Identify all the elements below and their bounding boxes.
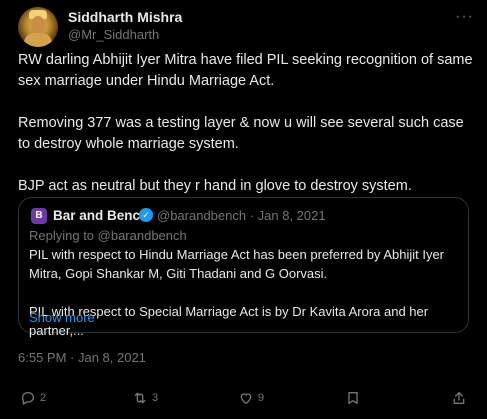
quoted-author-name: Bar and Bench (53, 208, 149, 223)
avatar[interactable] (18, 7, 58, 47)
share-icon (453, 392, 465, 404)
quoted-tweet[interactable]: B Bar and Bench ✓ @barandbench · Jan 8, … (18, 197, 469, 338)
share-button[interactable] (451, 386, 467, 410)
author-name[interactable]: Siddharth Mishra (68, 9, 182, 25)
author-handle[interactable]: @Mr_Siddharth (68, 27, 159, 42)
verified-badge-icon: ✓ (139, 208, 153, 222)
tweet: Siddharth Mishra @Mr_Siddharth ··· RW da… (0, 0, 487, 419)
avatar-body (24, 33, 52, 47)
quoted-replying-to: Replying to @barandbench (29, 228, 187, 243)
heart-icon (240, 393, 252, 404)
show-more-link[interactable]: Show more (29, 310, 95, 325)
bookmark-button[interactable] (345, 386, 361, 410)
like-button[interactable]: 9 (238, 386, 264, 410)
like-count: 9 (258, 392, 265, 404)
bookmark-icon (348, 392, 358, 404)
avatar-face (31, 16, 45, 34)
reply-icon (22, 392, 34, 405)
retweet-button[interactable]: 3 (132, 386, 158, 410)
retweet-icon (134, 392, 146, 404)
tweet-timestamp[interactable]: 6:55 PM · Jan 8, 2021 (18, 350, 146, 365)
reply-button[interactable]: 2 (20, 386, 46, 410)
more-dots-icon[interactable]: ··· (455, 8, 474, 26)
quoted-meta: @barandbench · Jan 8, 2021 (157, 208, 326, 223)
quoted-logo: B (31, 208, 47, 224)
quoted-text: PIL with respect to Hindu Marriage Act h… (29, 247, 445, 338)
action-bar: 2 3 9 (0, 386, 487, 410)
tweet-text: RW darling Abhijit Iyer Mitra have filed… (18, 52, 473, 194)
retweet-count: 3 (152, 392, 159, 404)
reply-count: 2 (40, 392, 47, 404)
